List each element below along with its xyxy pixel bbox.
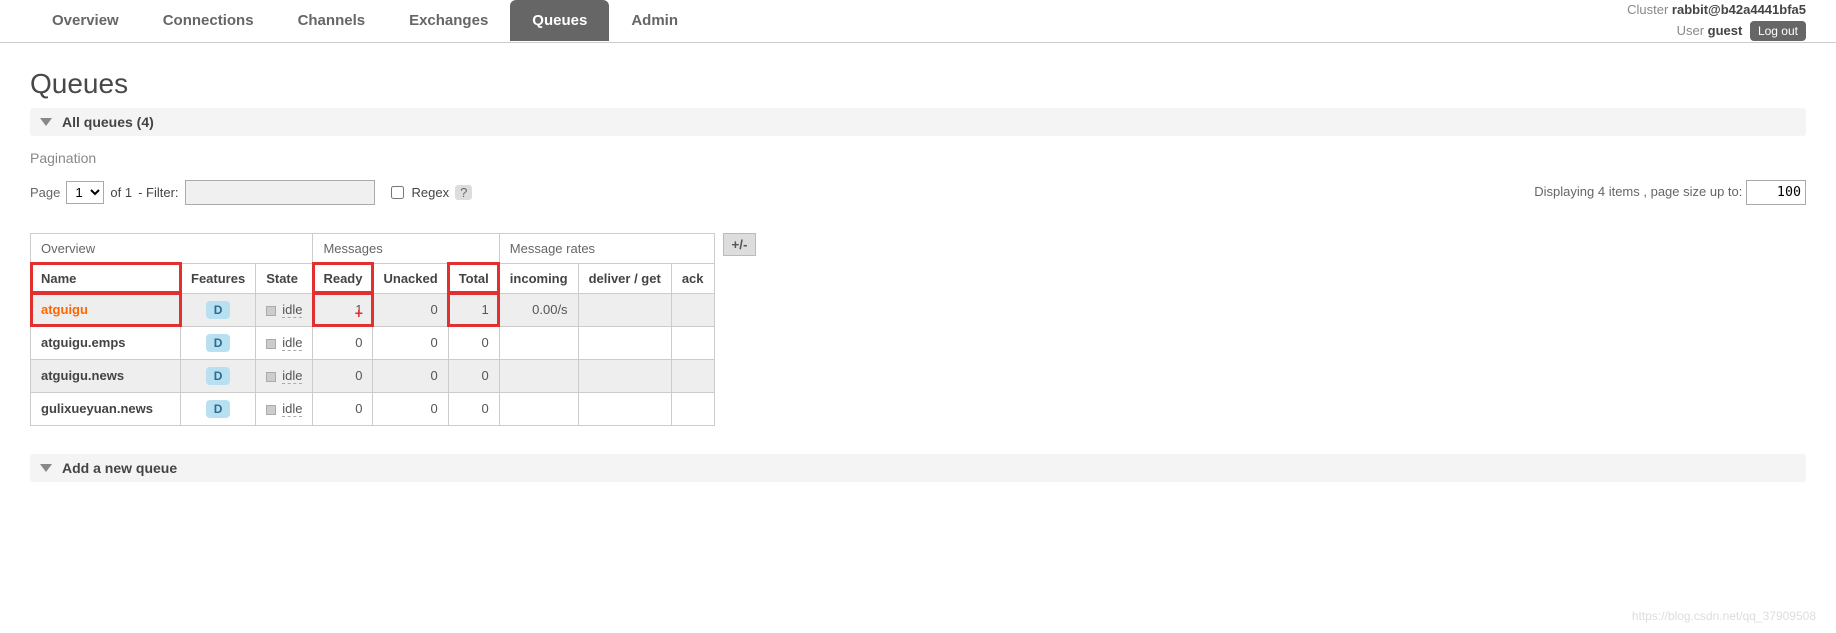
tab-channels[interactable]: Channels xyxy=(276,0,388,41)
ack-value xyxy=(671,293,714,326)
col-ack[interactable]: ack xyxy=(671,263,714,293)
main-tabs: Overview Connections Channels Exchanges … xyxy=(30,0,700,41)
ready-value: 0 xyxy=(313,392,373,425)
state-text: idle xyxy=(282,401,302,417)
chevron-down-icon xyxy=(40,464,52,472)
deliver-value xyxy=(578,293,671,326)
total-value: 1 xyxy=(448,293,499,326)
unacked-value: 0 xyxy=(373,392,448,425)
col-unacked[interactable]: Unacked xyxy=(373,263,448,293)
chevron-down-icon xyxy=(40,118,52,126)
group-messages: Messages xyxy=(313,233,499,263)
table-row: atguigu.news D idle 0 0 0 xyxy=(31,359,715,392)
regex-help-icon[interactable]: ? xyxy=(455,185,472,200)
deliver-value xyxy=(578,326,671,359)
total-value: 0 xyxy=(448,326,499,359)
queue-link[interactable]: atguigu.emps xyxy=(41,335,126,350)
all-queues-section[interactable]: All queues (4) xyxy=(30,108,1806,136)
state-dot-icon xyxy=(266,405,276,415)
page-title: Queues xyxy=(30,68,1806,100)
filter-input[interactable] xyxy=(185,180,375,205)
group-rates: Message rates xyxy=(499,233,714,263)
group-overview: Overview xyxy=(31,233,313,263)
add-queue-section[interactable]: Add a new queue xyxy=(30,454,1806,482)
col-features[interactable]: Features xyxy=(181,263,256,293)
deliver-value xyxy=(578,392,671,425)
queues-table: Overview Messages Message rates Name Fea… xyxy=(30,233,715,426)
col-incoming[interactable]: incoming xyxy=(499,263,578,293)
ack-value xyxy=(671,326,714,359)
ready-value: 0 xyxy=(313,359,373,392)
regex-checkbox[interactable] xyxy=(391,186,404,199)
incoming-value xyxy=(499,359,578,392)
regex-label: Regex xyxy=(412,185,450,200)
total-value: 0 xyxy=(448,359,499,392)
unacked-value: 0 xyxy=(373,293,448,326)
cluster-info: Cluster rabbit@b42a4441bfa5 xyxy=(1627,0,1806,21)
unacked-value: 0 xyxy=(373,359,448,392)
incoming-value xyxy=(499,392,578,425)
page-label: Page xyxy=(30,185,60,200)
ready-value: 0 xyxy=(313,326,373,359)
durable-badge: D xyxy=(206,400,231,418)
col-total[interactable]: Total xyxy=(448,263,499,293)
durable-badge: D xyxy=(206,301,231,319)
queue-link[interactable]: gulixueyuan.news xyxy=(41,401,153,416)
unacked-value: 0 xyxy=(373,326,448,359)
incoming-value: 0.00/s xyxy=(499,293,578,326)
deliver-value xyxy=(578,359,671,392)
state-text: idle xyxy=(282,368,302,384)
ready-value: 1 xyxy=(355,302,362,317)
tab-queues[interactable]: Queues xyxy=(510,0,609,41)
tab-admin[interactable]: Admin xyxy=(609,0,700,41)
table-row: atguigu.emps D idle 0 0 0 xyxy=(31,326,715,359)
display-summary: Displaying 4 items , page size up to: xyxy=(1534,184,1742,199)
state-dot-icon xyxy=(266,339,276,349)
state-dot-icon xyxy=(266,372,276,382)
tab-exchanges[interactable]: Exchanges xyxy=(387,0,510,41)
page-of: of 1 xyxy=(110,185,132,200)
durable-badge: D xyxy=(206,367,231,385)
ack-value xyxy=(671,359,714,392)
total-value: 0 xyxy=(448,392,499,425)
col-deliver[interactable]: deliver / get xyxy=(578,263,671,293)
user-info: User guest Log out xyxy=(1627,21,1806,42)
logout-button[interactable]: Log out xyxy=(1750,21,1806,41)
state-text: idle xyxy=(282,335,302,351)
tab-connections[interactable]: Connections xyxy=(141,0,276,41)
table-row: gulixueyuan.news D idle 0 0 0 xyxy=(31,392,715,425)
watermark: https://blog.csdn.net/qq_37909508 xyxy=(1632,609,1816,623)
pagesize-input[interactable] xyxy=(1746,180,1806,205)
table-row: atguigu D idle 1 0 1 0.00/s xyxy=(31,293,715,326)
pagination-heading: Pagination xyxy=(30,150,1806,166)
state-dot-icon xyxy=(266,306,276,316)
filter-label: - Filter: xyxy=(138,185,178,200)
col-ready[interactable]: Ready xyxy=(313,263,373,293)
queue-link[interactable]: atguigu.news xyxy=(41,368,124,383)
tab-overview[interactable]: Overview xyxy=(30,0,141,41)
queue-link[interactable]: atguigu xyxy=(41,302,88,317)
state-text: idle xyxy=(282,302,302,318)
durable-badge: D xyxy=(206,334,231,352)
page-select[interactable]: 1 xyxy=(66,181,104,204)
col-state[interactable]: State xyxy=(256,263,313,293)
incoming-value xyxy=(499,326,578,359)
columns-toggle-button[interactable]: +/- xyxy=(723,233,757,256)
ack-value xyxy=(671,392,714,425)
col-name[interactable]: Name xyxy=(31,263,181,293)
